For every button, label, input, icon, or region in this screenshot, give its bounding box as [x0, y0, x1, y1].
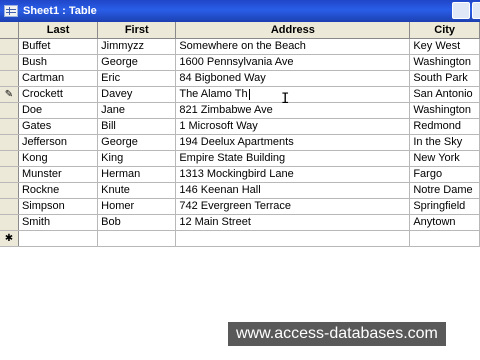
cell-address[interactable]: 1600 Pennsylvania Ave — [175, 54, 411, 71]
record-selector[interactable] — [0, 54, 19, 71]
cell-first[interactable]: Eric — [97, 70, 177, 87]
cell-address[interactable]: Somewhere on the Beach — [175, 38, 411, 55]
window-title: Sheet1 : Table — [23, 5, 97, 17]
cell-city[interactable]: Washington — [409, 102, 480, 119]
cell-address[interactable]: 1313 Mockingbird Lane — [175, 166, 411, 183]
cell-first[interactable]: Knute — [97, 182, 177, 199]
text-caret — [248, 88, 250, 100]
record-selector[interactable] — [0, 118, 19, 135]
cell-address[interactable]: 146 Keenan Hall — [175, 182, 411, 199]
window-titlebar[interactable]: Sheet1 : Table — [0, 0, 480, 22]
table-row[interactable]: Smith Bob 12 Main Street Anytown — [0, 214, 480, 231]
cell-address[interactable]: 194 Deelux Apartments — [175, 134, 411, 151]
datasheet-view: Last First Address City Buffet Jimmyzz Som… — [0, 22, 480, 360]
text-cursor-icon: I — [281, 91, 290, 107]
cell-address[interactable]: 821 Zimbabwe Ave — [175, 102, 411, 119]
cell-address[interactable]: 742 Evergreen Terrace — [175, 198, 411, 215]
cell-first[interactable]: George — [97, 54, 177, 71]
cell-last[interactable]: Buffet — [18, 38, 99, 55]
table-row[interactable]: Simpson Homer 742 Evergreen Terrace Springf… — [0, 198, 480, 215]
column-header-last[interactable]: Last — [18, 22, 99, 39]
cell-address[interactable]: 1 Microsoft Way — [175, 118, 411, 135]
table-row[interactable]: Bush George 1600 Pennsylvania Ave Washingto… — [0, 54, 480, 71]
cell-city[interactable]: In the Sky — [409, 134, 480, 151]
table-row[interactable]: Cartman Eric 84 Bigboned Way South Park — [0, 70, 480, 87]
cell-last[interactable]: Kong — [18, 150, 99, 167]
cell-city[interactable]: San Antonio — [409, 86, 480, 103]
cell-last[interactable]: Bush — [18, 54, 99, 71]
cell-city[interactable]: Redmond — [409, 118, 480, 135]
new-cell-address[interactable] — [175, 230, 411, 247]
table-row[interactable]: Buffet Jimmyzz Somewhere on the Beach Key W… — [0, 38, 480, 55]
cell-last[interactable]: Doe — [18, 102, 99, 119]
cell-last[interactable]: Simpson — [18, 198, 99, 215]
cell-first[interactable]: King — [97, 150, 177, 167]
record-selector[interactable] — [0, 38, 19, 55]
cell-last[interactable]: Munster — [18, 166, 99, 183]
cell-last[interactable]: Rockne — [18, 182, 99, 199]
cell-first[interactable]: Herman — [97, 166, 177, 183]
table-row[interactable]: Rockne Knute 146 Keenan Hall Notre Dame — [0, 182, 480, 199]
cell-city[interactable]: New York — [409, 150, 480, 167]
window-controls — [452, 2, 480, 19]
cell-first[interactable]: Jane — [97, 102, 177, 119]
watermark: www.access-databases.com — [228, 322, 446, 346]
record-selector[interactable] — [0, 166, 19, 183]
new-cell-first[interactable] — [97, 230, 177, 247]
datasheet-body: Buffet Jimmyzz Somewhere on the Beach Key W… — [0, 38, 480, 247]
cell-city[interactable]: Notre Dame — [409, 182, 480, 199]
cell-first[interactable]: Jimmyzz — [97, 38, 177, 55]
cell-city[interactable]: Anytown — [409, 214, 480, 231]
table-row[interactable]: Jefferson George 194 Deelux Apartments In t… — [0, 134, 480, 151]
new-cell-last[interactable] — [18, 230, 99, 247]
column-header-row: Last First Address City — [0, 22, 480, 39]
datasheet-table: Last First Address City Buffet Jimmyzz Som… — [0, 22, 480, 247]
new-cell-city[interactable] — [409, 230, 480, 247]
column-header-address[interactable]: Address — [175, 22, 411, 39]
column-header-first[interactable]: First — [97, 22, 177, 39]
cell-city[interactable]: Washington — [409, 54, 480, 71]
cell-last[interactable]: Jefferson — [18, 134, 99, 151]
record-selector[interactable] — [0, 134, 19, 151]
cell-address[interactable]: 12 Main Street — [175, 214, 411, 231]
select-all-button[interactable] — [0, 22, 19, 39]
table-row[interactable]: Munster Herman 1313 Mockingbird Lane Fargo — [0, 166, 480, 183]
new-record-icon[interactable]: ✱ — [0, 230, 19, 247]
cell-city[interactable]: Springfield — [409, 198, 480, 215]
record-selector[interactable] — [0, 214, 19, 231]
cell-first[interactable]: George — [97, 134, 177, 151]
cell-first[interactable]: Davey — [97, 86, 177, 103]
cell-first[interactable]: Homer — [97, 198, 177, 215]
maximize-button[interactable] — [472, 2, 480, 19]
record-selector[interactable]: ✎ — [0, 86, 19, 103]
cell-last[interactable]: Crockett — [18, 86, 99, 103]
cell-city[interactable]: Fargo — [409, 166, 480, 183]
minimize-button[interactable] — [452, 2, 470, 19]
pencil-icon: ✎ — [4, 89, 14, 100]
record-selector[interactable] — [0, 150, 19, 167]
cell-first[interactable]: Bill — [97, 118, 177, 135]
table-row[interactable]: Kong King Empire State Building New York — [0, 150, 480, 167]
record-selector[interactable] — [0, 198, 19, 215]
table-row[interactable]: Doe Jane 821 Zimbabwe Ave Washington — [0, 102, 480, 119]
cell-address[interactable]: The Alamo Th — [175, 86, 411, 103]
cell-first[interactable]: Bob — [97, 214, 177, 231]
cell-address[interactable]: 84 Bigboned Way — [175, 70, 411, 87]
column-header-city[interactable]: City — [409, 22, 480, 39]
record-selector[interactable] — [0, 182, 19, 199]
cell-city[interactable]: Key West — [409, 38, 480, 55]
cell-last[interactable]: Gates — [18, 118, 99, 135]
cell-last[interactable]: Smith — [18, 214, 99, 231]
table-icon — [4, 5, 18, 17]
record-selector[interactable] — [0, 70, 19, 87]
table-row[interactable]: ✎ Crockett Davey The Alamo Th San Antonio — [0, 86, 480, 103]
new-record-row[interactable]: ✱ — [0, 230, 480, 247]
cell-city[interactable]: South Park — [409, 70, 480, 87]
cell-address[interactable]: Empire State Building — [175, 150, 411, 167]
table-row[interactable]: Gates Bill 1 Microsoft Way Redmond — [0, 118, 480, 135]
cell-last[interactable]: Cartman — [18, 70, 99, 87]
record-selector[interactable] — [0, 102, 19, 119]
